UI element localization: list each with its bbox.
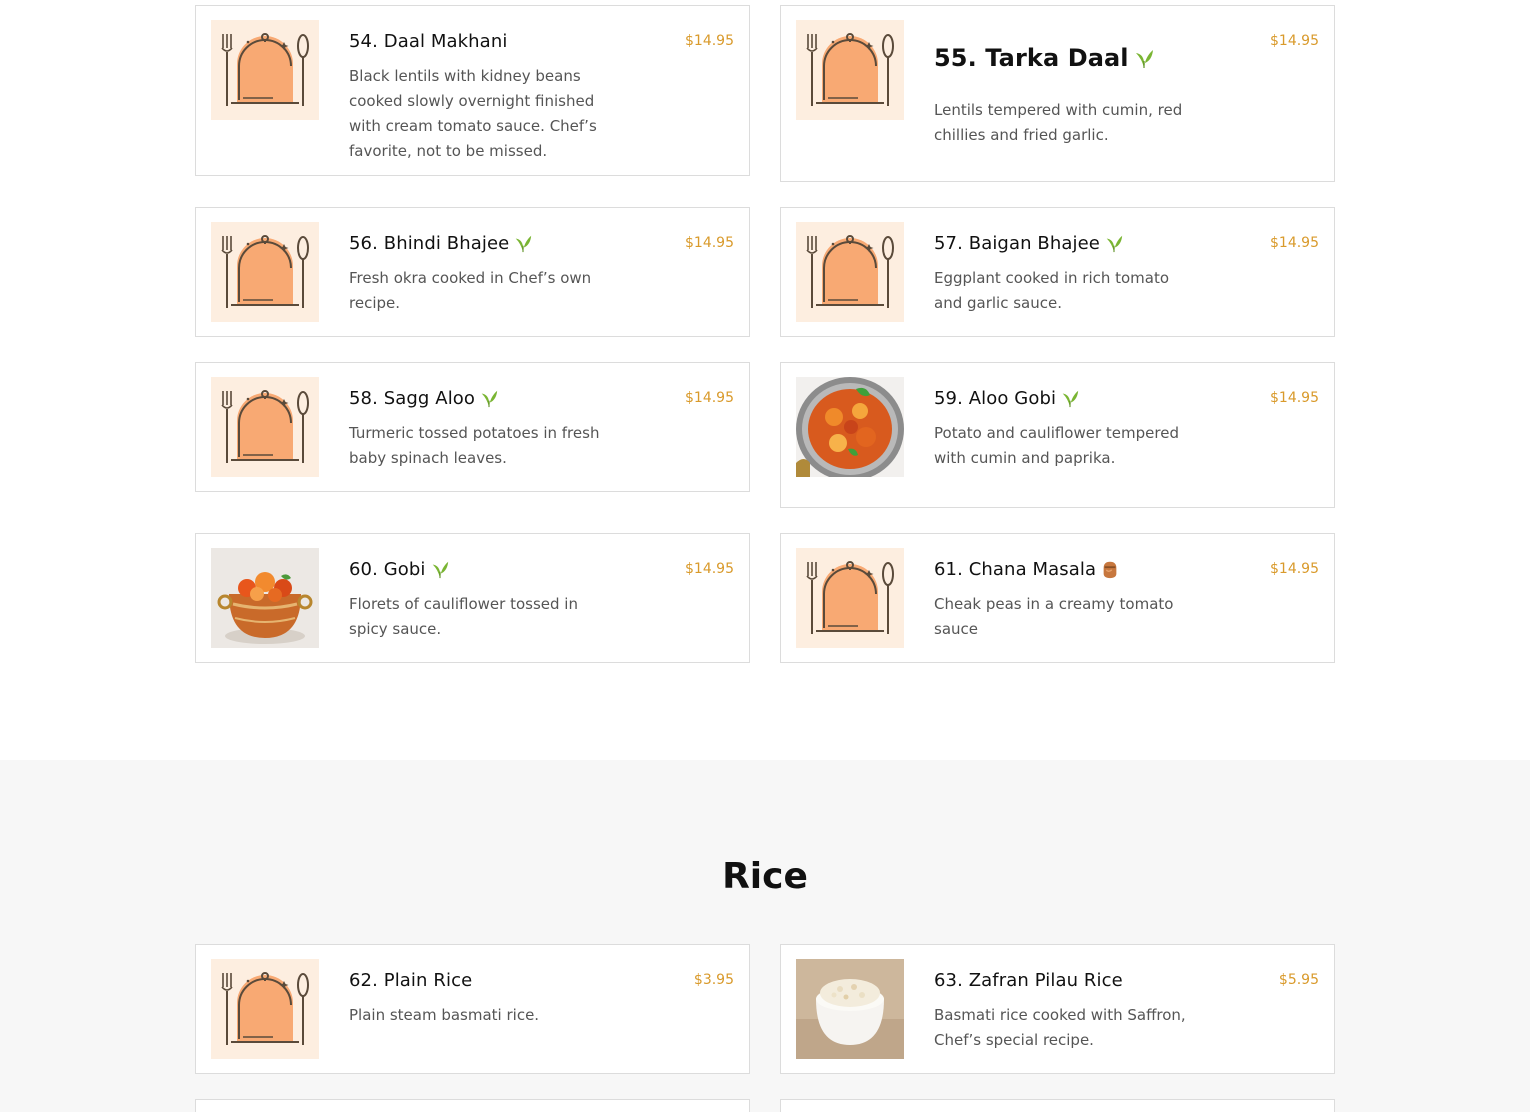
dish-description: Potato and cauliflower tempered with cum… (934, 424, 1179, 467)
vegetarian-leaf-icon (430, 559, 450, 579)
dish-photo (796, 377, 904, 477)
vegetarian-leaf-icon (1104, 233, 1124, 253)
dish-price: $14.95 (1270, 235, 1319, 251)
dish-title: 58. Sagg Aloo (349, 388, 499, 409)
menu-item-card: 59. Aloo Gobi $14.95 Potato and cauliflo… (780, 362, 1335, 508)
dish-description: Black lentils with kidney beans cooked s… (349, 67, 597, 160)
dish-image-placeholder (211, 377, 319, 477)
dish-image-placeholder (211, 959, 319, 1059)
dish-description: Plain steam basmati rice. (349, 1006, 540, 1024)
menu-item-card (780, 1099, 1335, 1112)
dish-price: $14.95 (1270, 390, 1319, 406)
dish-title: 55. Tarka Daal (934, 44, 1155, 72)
vegetarian-leaf-icon (479, 388, 499, 408)
vegetarian-leaf-icon (513, 233, 533, 253)
dish-title: 63. Zafran Pilau Rice (934, 970, 1123, 991)
dish-image-placeholder (796, 222, 904, 322)
dish-title: 59. Aloo Gobi (934, 388, 1080, 409)
dish-price: $14.95 (685, 235, 734, 251)
vegetarian-leaf-icon (1133, 47, 1155, 69)
dish-title: 57. Baigan Bhajee (934, 233, 1124, 254)
dish-price: $14.95 (685, 561, 734, 577)
menu-item-card: 56. Bhindi Bhajee $14.95 Fresh okra cook… (195, 207, 750, 337)
dish-description: Basmati rice cooked with Saffron, Chef’s… (934, 1006, 1186, 1049)
menu-item-card (195, 1099, 750, 1112)
dish-title: 60. Gobi (349, 559, 450, 580)
dish-title: 62. Plain Rice (349, 970, 473, 991)
dish-title: 56. Bhindi Bhajee (349, 233, 533, 254)
dish-image-placeholder (796, 20, 904, 120)
dish-photo (796, 959, 904, 1059)
dish-image-placeholder (211, 20, 319, 120)
dish-price: $5.95 (1278, 972, 1319, 988)
nut-icon (1100, 559, 1120, 579)
section-title: Rice (722, 856, 808, 897)
dish-photo (211, 548, 319, 648)
dish-description: Florets of cauliflower tossed in spicy s… (349, 595, 578, 638)
dish-price: $3.95 (693, 972, 734, 988)
menu-item-card: 63. Zafran Pilau Rice $5.95 Basmati rice… (780, 944, 1335, 1074)
dish-title: 54. Daal Makhani (349, 31, 508, 52)
menu-item-card: 54. Daal Makhani $14.95 Black lentils wi… (195, 5, 750, 176)
menu-item-card: 62. Plain Rice $3.95 Plain steam basmati… (195, 944, 750, 1074)
dish-description: Eggplant cooked in rich tomato and garli… (934, 269, 1170, 312)
dish-description: Cheak peas in a creamy tomato sauce (934, 595, 1174, 638)
menu-item-card: 58. Sagg Aloo $14.95 Turmeric tossed pot… (195, 362, 750, 492)
dish-price: $14.95 (1270, 33, 1319, 49)
dish-description: Lentils tempered with cumin, red chillie… (934, 101, 1183, 144)
menu-item-card: 55. Tarka Daal $14.95 Lentils tempered w… (780, 5, 1335, 182)
dish-description: Turmeric tossed potatoes in fresh baby s… (349, 424, 600, 467)
dish-image-placeholder (796, 548, 904, 648)
dish-price: $14.95 (685, 390, 734, 406)
dish-title: 61. Chana Masala (934, 559, 1120, 580)
menu-item-card: 57. Baigan Bhajee $14.95 Eggplant cooked… (780, 207, 1335, 337)
dish-price: $14.95 (1270, 561, 1319, 577)
menu-item-card: 61. Chana Masala $14.95 Cheak peas in a … (780, 533, 1335, 663)
dish-image-placeholder (211, 222, 319, 322)
dish-description: Fresh okra cooked in Chef’s own recipe. (349, 269, 592, 312)
dish-price: $14.95 (685, 33, 734, 49)
menu-item-card: 60. Gobi $14.95 Florets of cauliflower t… (195, 533, 750, 663)
vegetarian-leaf-icon (1060, 388, 1080, 408)
